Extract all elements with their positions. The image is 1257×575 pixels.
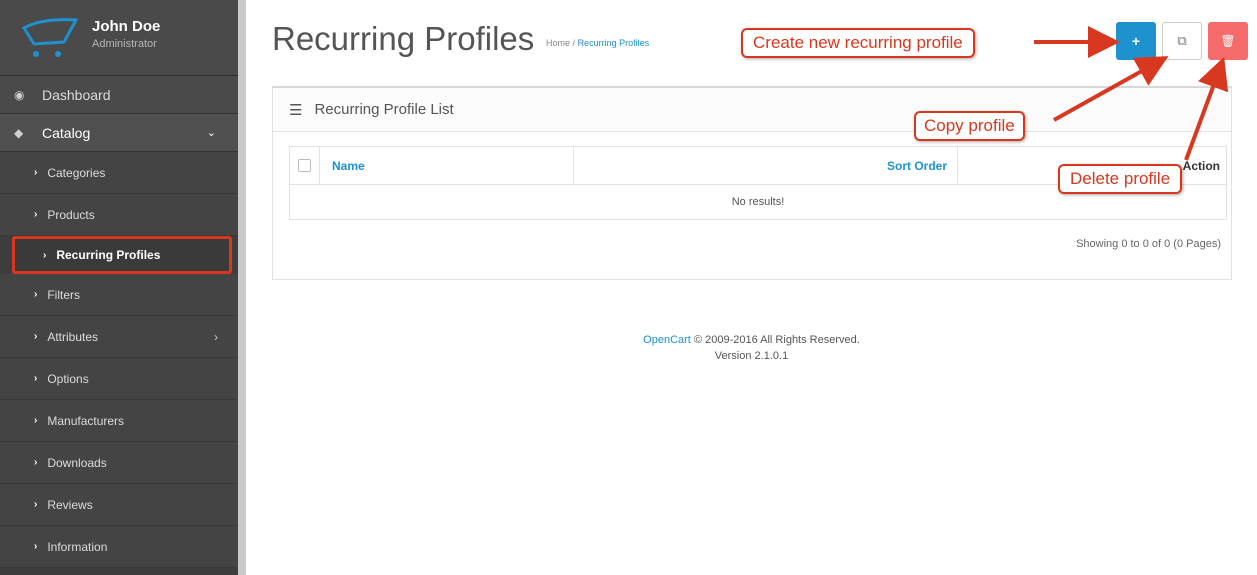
breadcrumb-current[interactable]: Recurring Profiles: [578, 38, 650, 48]
add-profile-button[interactable]: +: [1116, 22, 1156, 60]
breadcrumb: Home / Recurring Profiles: [546, 38, 649, 48]
annotation-copy: Copy profile: [914, 111, 1025, 141]
footer-copyright: © 2009-2016 All Rights Reserved.: [693, 334, 860, 346]
sidebar-divider[interactable]: [238, 0, 246, 575]
pagination-summary: Showing 0 to 0 of 0 (0 Pages): [1076, 238, 1221, 250]
copy-icon: ⧉: [1177, 33, 1187, 48]
trash-icon: 🗑: [1220, 34, 1236, 48]
sidebar-item-manufacturers[interactable]: › Manufacturers: [0, 400, 238, 442]
breadcrumb-separator: /: [572, 38, 576, 48]
chevron-right-icon: ›: [34, 457, 38, 468]
plus-icon: +: [1131, 33, 1141, 49]
sidebar-item-reviews[interactable]: › Reviews: [0, 484, 238, 526]
chevron-right-icon: ›: [34, 209, 38, 220]
sidebar-item-attributes[interactable]: › Attributes ›: [0, 316, 238, 358]
sidebar-item-label: Downloads: [47, 455, 107, 470]
sidebar-item-label: Options: [47, 371, 89, 386]
sidebar-item-label: Recurring Profiles: [56, 248, 161, 262]
chevron-right-icon: ›: [34, 541, 38, 552]
sidebar-item-filters[interactable]: › Filters: [0, 274, 238, 316]
sidebar-item-label: Information: [47, 539, 108, 554]
sidebar: John Doe Administrator ◉ Dashboard ◆ Cat…: [0, 0, 238, 575]
panel-heading: ☰ Recurring Profile List: [273, 88, 1231, 132]
sidebar-item-label: Products: [47, 207, 95, 222]
sidebar-item-products[interactable]: › Products: [0, 194, 238, 236]
user-role: Administrator: [92, 38, 157, 50]
sidebar-item-label: Filters: [47, 287, 81, 302]
chevron-right-icon: ›: [34, 415, 38, 426]
nav-catalog[interactable]: ◆ Catalog ⌄: [0, 114, 238, 152]
submenu-arrow-icon: ›: [214, 329, 218, 344]
sidebar-item-label: Attributes: [47, 329, 99, 344]
column-sort-order[interactable]: Sort Order: [574, 147, 958, 184]
sidebar-item-label: Manufacturers: [47, 413, 125, 428]
page-title: Recurring Profiles: [272, 20, 535, 57]
select-all-checkbox[interactable]: [298, 159, 311, 172]
annotation-create: Create new recurring profile: [741, 28, 975, 58]
tag-icon: ◆: [14, 125, 24, 140]
user-profile[interactable]: John Doe Administrator: [0, 0, 238, 76]
chevron-down-icon: ⌄: [206, 127, 216, 139]
sidebar-item-label: Categories: [47, 165, 106, 180]
sidebar-item-recurring-profiles[interactable]: › Recurring Profiles: [12, 236, 232, 274]
chevron-right-icon: ›: [34, 289, 38, 300]
panel-title: Recurring Profile List: [314, 101, 454, 118]
chevron-right-icon: ›: [34, 331, 38, 342]
chevron-right-icon: ›: [34, 373, 38, 384]
sidebar-item-label: Reviews: [47, 497, 93, 512]
sidebar-item-categories[interactable]: › Categories: [0, 152, 238, 194]
nav-catalog-label: Catalog: [42, 124, 91, 141]
nav-dashboard-label: Dashboard: [42, 86, 111, 103]
chevron-right-icon: ›: [34, 499, 38, 510]
delete-profile-button[interactable]: 🗑: [1208, 22, 1248, 60]
copy-profile-button[interactable]: ⧉: [1162, 22, 1202, 60]
select-all-cell: [290, 147, 320, 184]
breadcrumb-home[interactable]: Home: [546, 38, 570, 48]
sidebar-item-information[interactable]: › Information: [0, 526, 238, 568]
cart-logo-icon: [22, 18, 78, 57]
column-name[interactable]: Name: [320, 147, 574, 184]
main-content: Recurring Profiles Home / Recurring Prof…: [246, 0, 1257, 575]
user-name: John Doe: [92, 18, 161, 35]
dashboard-icon: ◉: [14, 87, 25, 102]
chevron-right-icon: ›: [34, 167, 38, 178]
sidebar-item-downloads[interactable]: › Downloads: [0, 442, 238, 484]
sidebar-item-options[interactable]: › Options: [0, 358, 238, 400]
footer-copyright-line: OpenCart © 2009-2016 All Rights Reserved…: [246, 332, 1257, 348]
chevron-right-icon: ›: [43, 249, 47, 261]
footer: OpenCart © 2009-2016 All Rights Reserved…: [246, 332, 1257, 364]
list-icon: ☰: [289, 101, 303, 119]
footer-version: Version 2.1.0.1: [714, 350, 789, 362]
annotation-delete: Delete profile: [1058, 164, 1183, 194]
opencart-link[interactable]: OpenCart: [643, 334, 691, 346]
nav-dashboard[interactable]: ◉ Dashboard: [0, 76, 238, 114]
